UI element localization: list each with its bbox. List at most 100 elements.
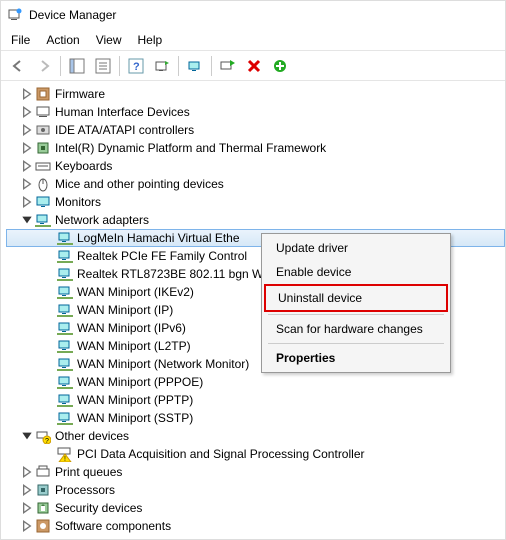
uninstall-device-button[interactable]: [243, 55, 265, 77]
toggle-spacer: [43, 412, 55, 424]
tree-node-label: WAN Miniport (PPTP): [77, 393, 193, 407]
other-icon: ?: [35, 428, 51, 444]
tree-node-label: Realtek PCIe FE Family Control: [77, 249, 247, 263]
context-menu-item[interactable]: Uninstall device: [266, 286, 446, 310]
tree-node-label: Print queues: [55, 465, 122, 479]
tree-node[interactable]: Intel(R) Dynamic Platform and Thermal Fr…: [7, 139, 505, 157]
network-icon: [57, 284, 73, 300]
tree-node-label: Security devices: [55, 501, 142, 515]
network-icon: [57, 356, 73, 372]
tree-node[interactable]: WAN Miniport (PPTP): [7, 391, 505, 409]
tree-node-label: Monitors: [55, 195, 101, 209]
toggle-spacer: [43, 286, 55, 298]
context-menu-item[interactable]: Scan for hardware changes: [264, 317, 448, 341]
toolbar: ?: [1, 51, 505, 81]
menu-help[interactable]: Help: [138, 33, 163, 47]
expand-icon[interactable]: [21, 106, 33, 118]
tree-node-label: Realtek RTL8723BE 802.11 bgn W: [77, 267, 263, 281]
collapse-icon[interactable]: [21, 430, 33, 442]
network-icon: [57, 266, 73, 282]
tree-node-label: Processors: [55, 483, 115, 497]
network-icon: [57, 320, 73, 336]
toolbar-sep: [60, 56, 61, 76]
network-icon: [57, 392, 73, 408]
app-icon: [7, 7, 23, 23]
tree-node-label: WAN Miniport (IP): [77, 303, 173, 317]
tree-node[interactable]: !PCI Data Acquisition and Signal Process…: [7, 445, 505, 463]
scan-hardware-button[interactable]: [151, 55, 173, 77]
toggle-spacer: [43, 250, 55, 262]
expand-icon[interactable]: [21, 88, 33, 100]
menu-file[interactable]: File: [11, 33, 30, 47]
toggle-spacer: [43, 376, 55, 388]
tree-node[interactable]: Print queues: [7, 463, 505, 481]
menu-action[interactable]: Action: [46, 33, 79, 47]
collapse-icon[interactable]: [21, 214, 33, 226]
tree-node-label: Firmware: [55, 87, 105, 101]
tree-node[interactable]: Keyboards: [7, 157, 505, 175]
tree-node-label: WAN Miniport (L2TP): [77, 339, 191, 353]
tree-node-label: WAN Miniport (IKEv2): [77, 285, 194, 299]
tree-node-label: Network adapters: [55, 213, 149, 227]
forward-button[interactable]: [33, 55, 55, 77]
network-icon: [57, 410, 73, 426]
tree-node[interactable]: Security devices: [7, 499, 505, 517]
expand-icon[interactable]: [21, 196, 33, 208]
tree-node[interactable]: Monitors: [7, 193, 505, 211]
tree-node-label: WAN Miniport (Network Monitor): [77, 357, 249, 371]
tree-node[interactable]: Mice and other pointing devices: [7, 175, 505, 193]
expand-icon[interactable]: [21, 520, 33, 532]
svg-text:?: ?: [45, 438, 49, 444]
tree-node[interactable]: Software components: [7, 517, 505, 535]
tree-node[interactable]: WAN Miniport (SSTP): [7, 409, 505, 427]
expand-icon[interactable]: [21, 142, 33, 154]
mouse-icon: [35, 176, 51, 192]
back-button[interactable]: [7, 55, 29, 77]
expand-icon[interactable]: [21, 502, 33, 514]
help-button[interactable]: ?: [125, 55, 147, 77]
toggle-spacer: [43, 322, 55, 334]
update-driver-button[interactable]: [184, 55, 206, 77]
tree-node[interactable]: IDE ATA/ATAPI controllers: [7, 121, 505, 139]
tree-node-label: Intel(R) Dynamic Platform and Thermal Fr…: [55, 141, 326, 155]
network-icon: [57, 230, 73, 246]
tree-node[interactable]: Human Interface Devices: [7, 103, 505, 121]
network-icon: [57, 338, 73, 354]
tree-node[interactable]: ?Other devices: [7, 427, 505, 445]
titlebar: Device Manager: [1, 1, 505, 29]
toolbar-sep: [178, 56, 179, 76]
tree-node-label: WAN Miniport (PPPOE): [77, 375, 203, 389]
expand-icon[interactable]: [21, 124, 33, 136]
firmware-icon: [35, 86, 51, 102]
context-menu-separator: [268, 343, 444, 344]
toggle-spacer: [43, 340, 55, 352]
cpu-icon: [35, 482, 51, 498]
window-title: Device Manager: [29, 8, 499, 22]
show-hide-tree-button[interactable]: [66, 55, 88, 77]
menu-view[interactable]: View: [96, 33, 122, 47]
network-icon: [57, 248, 73, 264]
chip-icon: [35, 140, 51, 156]
toggle-spacer: [43, 304, 55, 316]
context-menu-item[interactable]: Properties: [264, 346, 448, 370]
tree-node[interactable]: Processors: [7, 481, 505, 499]
properties-button[interactable]: [92, 55, 114, 77]
context-menu-item[interactable]: Enable device: [264, 260, 448, 284]
expand-icon[interactable]: [21, 160, 33, 172]
toolbar-sep: [119, 56, 120, 76]
scan-changes-button[interactable]: [269, 55, 291, 77]
svg-text:?: ?: [133, 61, 140, 73]
tree-node-label: IDE ATA/ATAPI controllers: [55, 123, 194, 137]
enable-device-button[interactable]: [217, 55, 239, 77]
tree-node[interactable]: WAN Miniport (PPPOE): [7, 373, 505, 391]
menubar: File Action View Help: [1, 29, 505, 51]
expand-icon[interactable]: [21, 178, 33, 190]
toggle-spacer: [43, 394, 55, 406]
toggle-spacer: [43, 232, 55, 244]
expand-icon[interactable]: [21, 484, 33, 496]
context-menu-item[interactable]: Update driver: [264, 236, 448, 260]
tree-node[interactable]: Firmware: [7, 85, 505, 103]
tree-node[interactable]: Network adapters: [7, 211, 505, 229]
context-menu-highlighted: Uninstall device: [264, 284, 448, 312]
expand-icon[interactable]: [21, 466, 33, 478]
